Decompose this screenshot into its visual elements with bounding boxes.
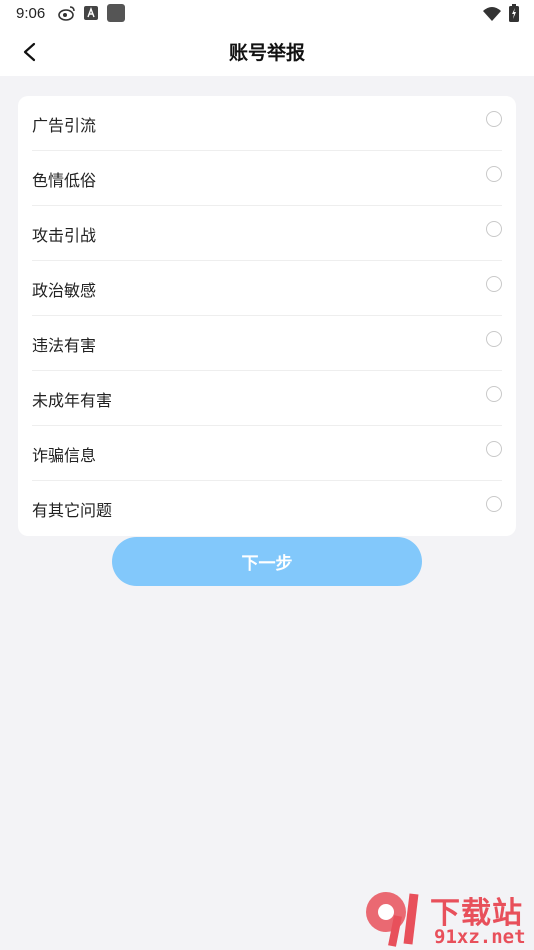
option-other[interactable]: 有其它问题 [32, 481, 502, 536]
a-icon [84, 5, 98, 24]
option-minor-harm[interactable]: 未成年有害 [32, 371, 502, 426]
watermark: 下载站 91xz.net [362, 888, 532, 948]
watermark-domain: 91xz.net [434, 926, 526, 948]
radio-button[interactable] [486, 221, 502, 237]
option-political[interactable]: 政治敏感 [32, 261, 502, 316]
next-button[interactable]: 下一步 [112, 537, 422, 586]
radio-button[interactable] [486, 441, 502, 457]
watermark-logo-icon [366, 892, 419, 947]
option-label: 攻击引战 [32, 226, 97, 245]
radio-button[interactable] [486, 331, 502, 347]
status-bar: 9:06 [0, 0, 534, 28]
radio-button[interactable] [486, 386, 502, 402]
option-label: 有其它问题 [32, 501, 113, 520]
radio-button[interactable] [486, 496, 502, 512]
option-label: 未成年有害 [32, 391, 113, 410]
wifi-icon [483, 6, 501, 25]
option-label: 政治敏感 [32, 281, 97, 300]
option-label: 诈骗信息 [32, 446, 97, 465]
weibo-icon [58, 5, 76, 25]
option-label: 广告引流 [32, 116, 97, 135]
page-title: 账号举报 [228, 42, 305, 64]
option-fraud[interactable]: 诈骗信息 [32, 426, 502, 481]
square-icon [107, 4, 125, 26]
report-options-card: 广告引流 色情低俗 攻击引战 政治敏感 违法有害 未成年有害 诈骗信息 有其它问… [18, 96, 516, 536]
option-vulgar[interactable]: 色情低俗 [32, 151, 502, 206]
radio-button[interactable] [486, 111, 502, 127]
radio-button[interactable] [486, 276, 502, 292]
option-attack[interactable]: 攻击引战 [32, 206, 502, 261]
battery-icon [509, 4, 519, 26]
status-time: 9:06 [16, 5, 46, 22]
radio-button[interactable] [486, 166, 502, 182]
header: 账号举报 [0, 28, 534, 76]
option-label: 色情低俗 [32, 171, 97, 190]
option-ad-traffic[interactable]: 广告引流 [32, 96, 502, 151]
option-label: 违法有害 [32, 336, 97, 355]
option-illegal[interactable]: 违法有害 [32, 316, 502, 371]
